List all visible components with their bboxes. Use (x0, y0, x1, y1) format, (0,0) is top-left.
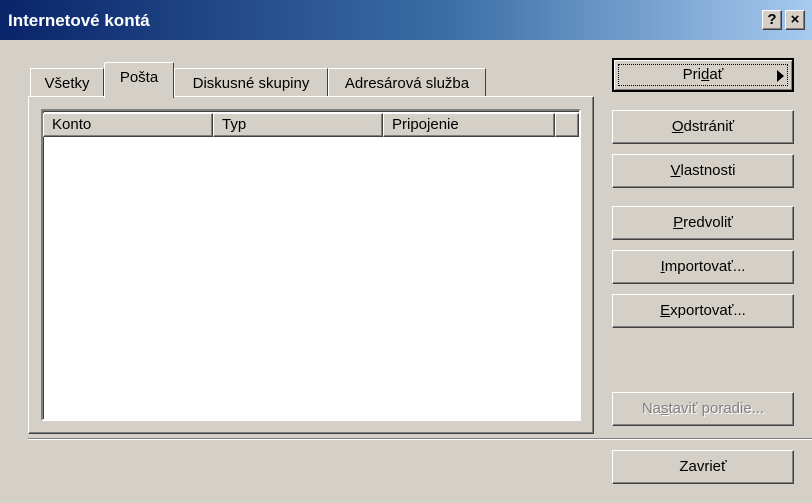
column-header-pripojenie[interactable]: Pripojenie (383, 113, 555, 137)
remove-button[interactable]: Odstrániť (612, 110, 794, 144)
label-part: ať (709, 66, 724, 83)
tab-diskusne-skupiny[interactable]: Diskusné skupiny (174, 68, 328, 98)
window-title: Internetové kontá (8, 11, 150, 30)
set-default-button[interactable]: Predvoliť (612, 206, 794, 240)
separator (28, 438, 812, 440)
label-part: Pri (682, 66, 702, 83)
column-label: Pripojenie (392, 116, 459, 133)
tab-label: Pošta (119, 69, 159, 86)
tab-label: Adresárová služba (344, 75, 470, 92)
properties-button[interactable]: Vlastnosti (612, 154, 794, 188)
accelerator-key: s (661, 400, 669, 417)
tab-vsetky[interactable]: Všetky (30, 68, 104, 98)
label-part: taviť poradie... (668, 400, 765, 417)
close-button[interactable]: Zavrieť (612, 450, 794, 484)
tab-label: Všetky (44, 75, 90, 92)
column-header-konto[interactable]: Konto (43, 113, 213, 137)
label-part: dstrániť (683, 118, 735, 135)
tab-label: Diskusné skupiny (192, 75, 310, 92)
set-order-button: Nastaviť poradie... (612, 392, 794, 426)
column-label: Konto (52, 116, 92, 133)
label-part: lastnosti (680, 162, 736, 179)
label-part: redvoliť (683, 214, 733, 231)
column-header-typ[interactable]: Typ (213, 113, 383, 137)
tab-panel-posta: Konto Typ Pripojenie (28, 96, 594, 434)
accounts-list[interactable]: Konto Typ Pripojenie (41, 109, 581, 421)
accelerator-key: V (670, 162, 681, 179)
import-button[interactable]: Importovať... (612, 250, 794, 284)
title-bar: Internetové kontá ? × (0, 0, 812, 40)
column-label: Typ (222, 116, 247, 133)
accelerator-key: E (660, 302, 671, 319)
label-part: xportovať... (670, 302, 746, 319)
column-header-filler (555, 113, 579, 137)
submenu-arrow-icon (777, 70, 784, 82)
button-label: Zavrieť (679, 458, 727, 475)
label-part: mportovať... (664, 258, 746, 275)
tab-adresarova-sluzba[interactable]: Adresárová služba (328, 68, 486, 98)
help-button[interactable]: ? (762, 10, 782, 30)
close-window-button[interactable]: × (785, 10, 805, 30)
tab-posta[interactable]: Pošta (104, 62, 174, 98)
label-part: Na (641, 400, 661, 417)
accelerator-key: O (671, 118, 684, 135)
export-button[interactable]: Exportovať... (612, 294, 794, 328)
accelerator-key: P (673, 214, 684, 231)
add-button[interactable]: Pridať (612, 58, 794, 92)
